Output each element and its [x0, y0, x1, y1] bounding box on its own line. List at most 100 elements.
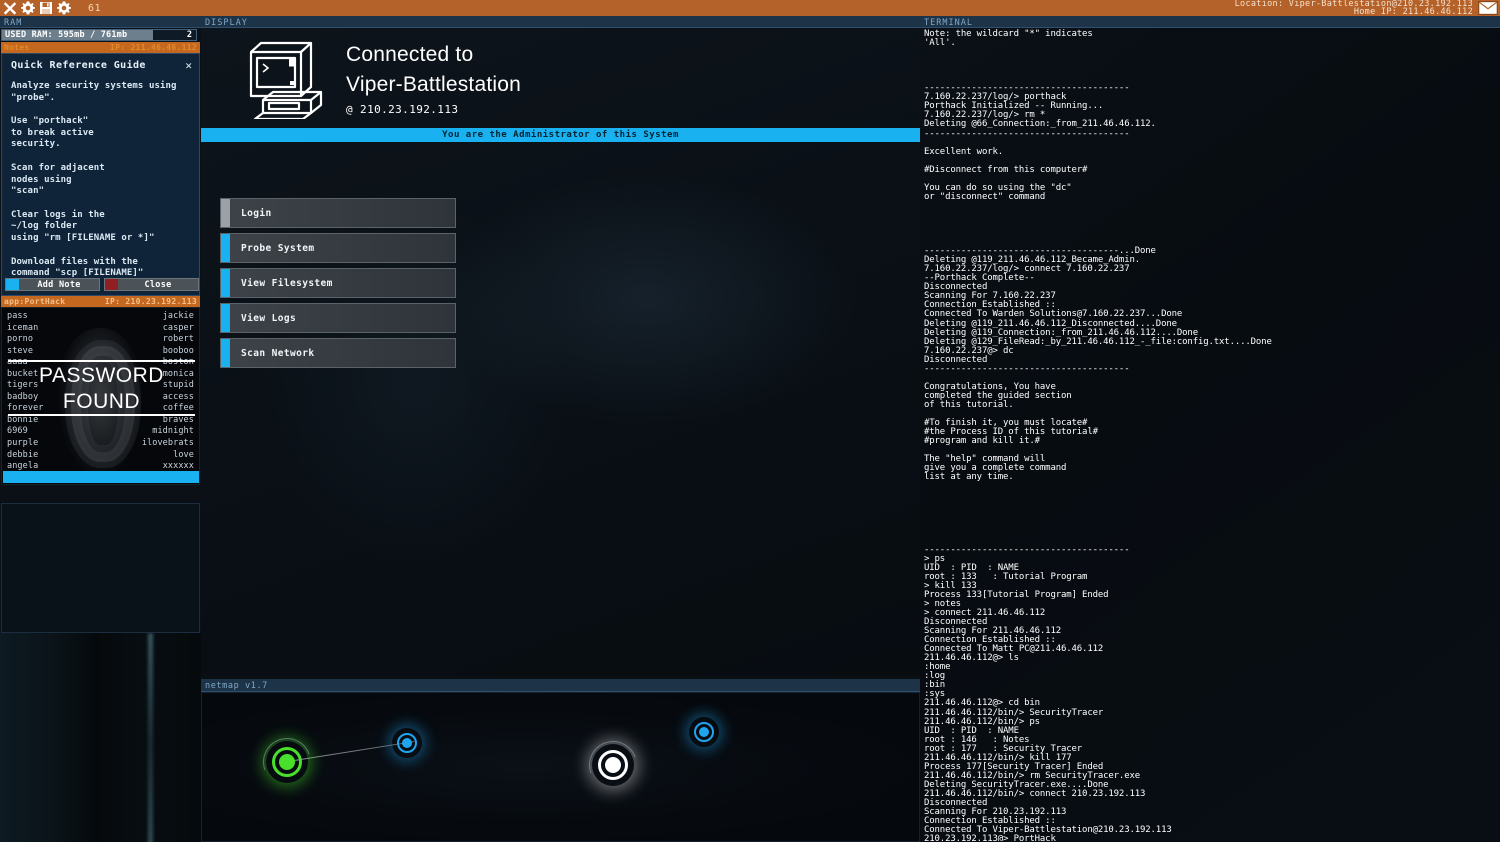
netmap-node-remote[interactable]	[689, 717, 719, 747]
terminal-line	[924, 482, 1500, 491]
sidebar-background-art	[0, 633, 201, 842]
terminal-line: 210.23.192.113@> PortHack	[924, 835, 1500, 841]
netmap-node-current[interactable]	[592, 744, 634, 786]
sidebar-empty-panel	[1, 503, 200, 633]
node-core	[605, 757, 621, 773]
terminal-line	[924, 500, 1500, 509]
view-filesystem-accent	[221, 269, 230, 297]
probe-system-accent	[221, 234, 230, 262]
ram-module-porthack-label: app:PortHack	[4, 297, 65, 306]
notes-paragraph: Clear logs in the ~/log folder using "rm…	[11, 210, 191, 245]
ram-usage-label: USED RAM: 595mb / 761mb	[2, 30, 127, 40]
terminal-line: --Porthack Complete--	[924, 274, 1500, 283]
view-logs-accent	[221, 304, 230, 332]
terminal-panel: TERMINAL Note: the wildcard "*" indicate…	[920, 16, 1500, 842]
target-machine-ip: @ 210.23.192.113	[346, 103, 521, 116]
password-progress-bar	[3, 471, 199, 483]
terminal-line: > connect 211.46.46.112	[924, 609, 1500, 618]
x-icon[interactable]: ✕	[185, 59, 192, 72]
ram-process-count: 2	[187, 30, 192, 40]
terminal-line: :log	[924, 672, 1500, 681]
terminal-output[interactable]: Note: the wildcard "*" indicates'All'. -…	[920, 28, 1500, 841]
envelope-icon[interactable]	[1478, 1, 1498, 15]
terminal-line: root : 133 : Tutorial Program	[924, 573, 1500, 582]
netmap-panel: netmap v1.7	[201, 679, 920, 842]
login-button[interactable]: Login	[220, 198, 456, 228]
netmap-node-linked[interactable]	[392, 728, 422, 758]
password-entry: bonnie	[7, 415, 44, 427]
terminal-line: ---------------------------------------	[924, 365, 1500, 374]
view-logs-button[interactable]: View Logs	[220, 303, 456, 333]
divider	[8, 360, 195, 362]
terminal-line: #program and kill it.#	[924, 437, 1500, 446]
notes-button-row: Add Note Close	[5, 278, 199, 291]
terminal-line: 211.46.46.112/bin/> connect 210.23.192.1…	[924, 790, 1500, 799]
terminal-line: Process 133[Tutorial Program] Ended	[924, 591, 1500, 600]
terminal-line: Excellent work.	[924, 148, 1500, 157]
terminal-line: ---------------------------------------	[924, 546, 1500, 555]
probe-system-button[interactable]: Probe System	[220, 233, 456, 263]
topbar-icon-group: 61	[0, 0, 101, 16]
password-cracker-panel: passicemanpornosteveaaaabuckettigersbadb…	[1, 307, 200, 485]
notes-panel-body: Analyze security systems using "probe". …	[2, 71, 199, 280]
node-core	[279, 754, 295, 770]
ram-module-porthack[interactable]: app:PortHack IP: 210.23.192.113	[1, 296, 200, 307]
add-note-button[interactable]: Add Note	[5, 278, 100, 291]
close-notes-button[interactable]: Close	[104, 278, 199, 291]
password-entry: jackie	[142, 311, 194, 323]
ram-module-notes-label: Notes	[4, 43, 30, 52]
notes-paragraph: Download files with the command "scp [FI…	[11, 257, 191, 280]
probe-system-label: Probe System	[241, 243, 314, 254]
node-core	[402, 738, 412, 748]
terminal-line	[924, 48, 1500, 57]
notes-paragraph: Analyze security systems using "probe".	[11, 81, 191, 104]
scan-network-accent	[221, 339, 230, 367]
terminal-line	[924, 202, 1500, 211]
terminal-line: Note: the wildcard "*" indicates	[924, 30, 1500, 39]
terminal-panel-header: TERMINAL	[920, 16, 1500, 28]
connection-header: Connected to Viper-Battlestation @ 210.2…	[201, 28, 920, 128]
close-icon[interactable]	[2, 0, 18, 16]
password-entry: steve	[7, 346, 44, 358]
netmap-canvas[interactable]	[201, 692, 920, 842]
close-notes-accent	[105, 279, 118, 290]
desktop-computer-icon	[233, 37, 328, 119]
scan-network-button[interactable]: Scan Network	[220, 338, 456, 368]
node-core	[699, 727, 709, 737]
terminal-line	[924, 139, 1500, 148]
password-entry: college	[142, 484, 194, 485]
password-entry: pass	[7, 311, 44, 323]
terminal-line: list at any time.	[924, 473, 1500, 482]
close-notes-label: Close	[118, 280, 198, 290]
password-entry: debbie	[7, 450, 44, 462]
connection-titles: Connected to Viper-Battlestation @ 210.2…	[346, 40, 521, 116]
add-note-accent	[6, 279, 19, 290]
terminal-line	[924, 229, 1500, 238]
terminal-line	[924, 519, 1500, 528]
settings-icon[interactable]	[56, 0, 72, 16]
terminal-line	[924, 57, 1500, 66]
password-entry: braves	[142, 415, 194, 427]
terminal-line: of this tutorial.	[924, 401, 1500, 410]
ram-module-notes[interactable]: Notes IP: 211.46.46.112	[1, 42, 200, 53]
password-found-status: PASSWORD FOUND	[2, 363, 200, 415]
view-filesystem-button[interactable]: View Filesystem	[220, 268, 456, 298]
password-entry: love	[142, 450, 194, 462]
terminal-line	[924, 211, 1500, 220]
quick-reference-guide-panel: Quick Reference Guide ✕ Analyze security…	[1, 53, 200, 296]
netmap-node-home[interactable]	[266, 741, 308, 783]
hacknet-game-window: 61 Location: Viper-Battlestation@210.23.…	[0, 0, 1500, 842]
display-panel-header: DISPLAY	[201, 16, 920, 28]
notes-paragraph: Scan for adjacent nodes using "scan"	[11, 163, 191, 198]
password-entry: ilovebrats	[142, 438, 194, 450]
target-machine-name: Viper-Battlestation	[346, 70, 521, 100]
notes-paragraph: Use "porthack" to break active security.	[11, 116, 191, 151]
ram-panel-header: RAM	[0, 16, 201, 28]
gear-icon[interactable]	[20, 0, 36, 16]
top-status-bar: 61 Location: Viper-Battlestation@210.23.…	[0, 0, 1500, 16]
terminal-line: 7.160.22.237@> dc	[924, 347, 1500, 356]
password-entry: jordan	[7, 484, 44, 485]
password-entry: porno	[7, 334, 44, 346]
save-icon[interactable]	[38, 0, 54, 16]
password-entry: 6969	[7, 426, 44, 438]
